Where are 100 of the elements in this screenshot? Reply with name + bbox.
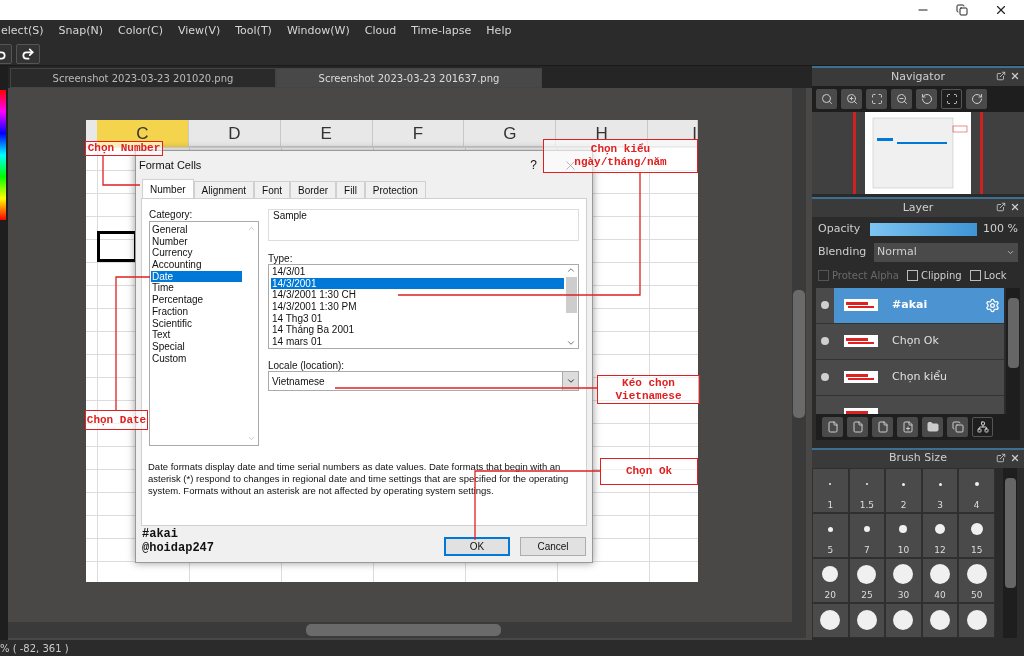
menu-item[interactable]: Help — [486, 22, 512, 40]
new-layer-button[interactable] — [872, 416, 893, 437]
redo-button[interactable] — [16, 43, 40, 64]
category-item[interactable]: Time — [151, 282, 242, 295]
dialog-tab[interactable]: Number — [142, 179, 194, 198]
scrollbar-thumb[interactable] — [1004, 477, 1016, 588]
folder-button[interactable] — [922, 416, 943, 437]
category-item[interactable]: Fraction — [151, 305, 242, 318]
copy-icon — [951, 420, 964, 433]
detach-icon[interactable] — [996, 202, 1006, 212]
category-item[interactable]: Text — [151, 329, 242, 341]
dialog-tab[interactable]: Protection — [364, 181, 426, 198]
menu-item[interactable]: View(V) — [178, 22, 221, 40]
scrollbar-thumb[interactable] — [565, 277, 577, 313]
zoom-reset-button[interactable] — [816, 89, 837, 109]
scrollbar-thumb[interactable] — [306, 624, 501, 636]
brush-size-cell[interactable]: 15 — [958, 512, 995, 558]
brush-size-cell[interactable]: 12 — [921, 512, 959, 558]
scroll-up-icon[interactable] — [566, 265, 576, 275]
dialog-tab[interactable]: Border — [290, 181, 337, 198]
dialog-tab[interactable]: Font — [254, 181, 291, 198]
detach-icon[interactable] — [996, 71, 1006, 81]
category-item[interactable]: Currency — [151, 247, 242, 260]
scroll-down-icon[interactable] — [566, 338, 576, 348]
new-layer-button[interactable] — [822, 416, 843, 437]
brush-size-cell[interactable] — [885, 602, 922, 638]
brush-size-cell[interactable]: 50 — [958, 557, 995, 603]
category-item[interactable]: Date — [151, 270, 242, 283]
menu-item[interactable]: Time-lapse — [411, 22, 472, 40]
category-item[interactable]: Scientific — [151, 317, 242, 330]
locale-dropdown[interactable]: Vietnamese — [268, 371, 579, 391]
menu-item[interactable]: elect(S) — [1, 22, 44, 40]
brush-size-cell[interactable]: 5 — [812, 512, 849, 558]
opacity-slider[interactable] — [869, 222, 978, 236]
brush-size-cell[interactable]: 30 — [885, 557, 922, 603]
brush-size-cell[interactable] — [958, 602, 995, 638]
zoom-in-button[interactable] — [841, 89, 862, 109]
checkbox[interactable]: Lock — [969, 267, 1007, 283]
type-item[interactable]: 14 mars 01 — [271, 336, 564, 348]
duplicate-button[interactable] — [947, 416, 968, 437]
menu-item[interactable]: Snap(N) — [58, 22, 104, 40]
menu-item[interactable]: Cloud — [364, 22, 397, 40]
restore-icon[interactable] — [956, 4, 968, 16]
brush-size-cell[interactable]: 25 — [848, 557, 886, 603]
category-item[interactable]: Custom — [151, 352, 242, 365]
menu-item[interactable]: Color(C) — [118, 22, 163, 40]
new-layer-button[interactable] — [847, 416, 868, 437]
type-item[interactable]: 14/3/2001 — [271, 277, 564, 290]
rotate-left-button[interactable] — [916, 89, 937, 109]
category-item[interactable]: Percentage — [151, 294, 242, 306]
dialog-button[interactable]: OK — [444, 537, 510, 556]
rotate-right-button[interactable] — [966, 89, 987, 109]
gear-icon[interactable] — [985, 297, 1000, 313]
scrollbar-thumb[interactable] — [793, 290, 805, 418]
fit-window-button[interactable] — [941, 89, 962, 109]
type-item[interactable]: 14/3/2001 1:30 CH — [271, 289, 564, 302]
dialog-tab[interactable]: Fill — [336, 181, 365, 198]
type-list[interactable]: 14/3/01 14/3/2001 14/3/2001 1:30 CH 14/3/2001 1:30 PM 14 Thg3 01 14 Tháng Ba 2001 14 mars 01 — [268, 264, 579, 349]
brush-size-cell[interactable]: 20 — [812, 557, 849, 603]
type-item[interactable]: 14 Thg3 01 — [271, 312, 564, 325]
add-layer-button[interactable] — [897, 416, 918, 437]
blending-dropdown[interactable]: Normal — [874, 242, 1018, 262]
category-list[interactable]: General Number Currency Accounting Date Time Percentage Fraction Scientific Text Special Custom — [149, 221, 259, 446]
close-icon[interactable] — [1010, 71, 1020, 81]
group-label: Sample — [272, 209, 308, 223]
document-tab[interactable]: Screenshot 2023-03-23 201020.png — [10, 68, 276, 88]
layer-row[interactable]: Chọn kiểu — [816, 359, 1004, 396]
brush-size-cell[interactable]: 10 — [885, 512, 922, 558]
layer-row[interactable]: Chọn Ok — [816, 323, 1004, 360]
brush-size-cell[interactable]: 2 — [885, 467, 922, 513]
brush-size-cell[interactable]: 4 — [958, 467, 995, 513]
brush-size-cell[interactable]: 1.5 — [848, 467, 886, 513]
close-icon[interactable] — [994, 3, 1008, 17]
category-item[interactable]: Accounting — [151, 259, 242, 271]
checkbox[interactable]: Clipping — [906, 267, 962, 283]
document-tab[interactable]: Screenshot 2023-03-23 201637.png — [276, 68, 542, 88]
brush-size-cell[interactable]: 3 — [921, 467, 959, 513]
menu-item[interactable]: Window(W) — [286, 22, 350, 40]
brush-size-cell[interactable]: 1 — [812, 467, 849, 513]
brush-size-cell[interactable] — [812, 602, 849, 638]
scrollbar-thumb[interactable] — [1007, 297, 1019, 368]
brush-size-cell[interactable]: 7 — [848, 512, 886, 558]
category-item[interactable]: Number — [151, 235, 242, 248]
detach-icon[interactable] — [996, 452, 1006, 463]
type-item[interactable]: 14/3/2001 1:30 PM — [271, 301, 564, 313]
close-icon[interactable] — [1010, 202, 1020, 212]
category-item[interactable]: General — [151, 224, 242, 236]
dialog-button[interactable]: Cancel — [520, 537, 586, 556]
type-item[interactable]: 14/3/01 — [271, 266, 564, 278]
menu-item[interactable]: Tool(T) — [235, 22, 272, 40]
close-icon[interactable] — [1010, 452, 1020, 463]
merge-button[interactable] — [972, 416, 993, 437]
brush-size-cell[interactable]: 40 — [921, 557, 959, 603]
fit-button[interactable] — [866, 89, 887, 109]
help-button[interactable]: ? — [530, 156, 537, 174]
color-strip[interactable] — [0, 90, 6, 220]
zoom-out-button[interactable] — [891, 89, 912, 109]
dialog-tab[interactable]: Alignment — [193, 181, 255, 198]
category-item[interactable]: Special — [151, 340, 242, 353]
type-item[interactable]: 14 Tháng Ba 2001 — [271, 324, 564, 337]
